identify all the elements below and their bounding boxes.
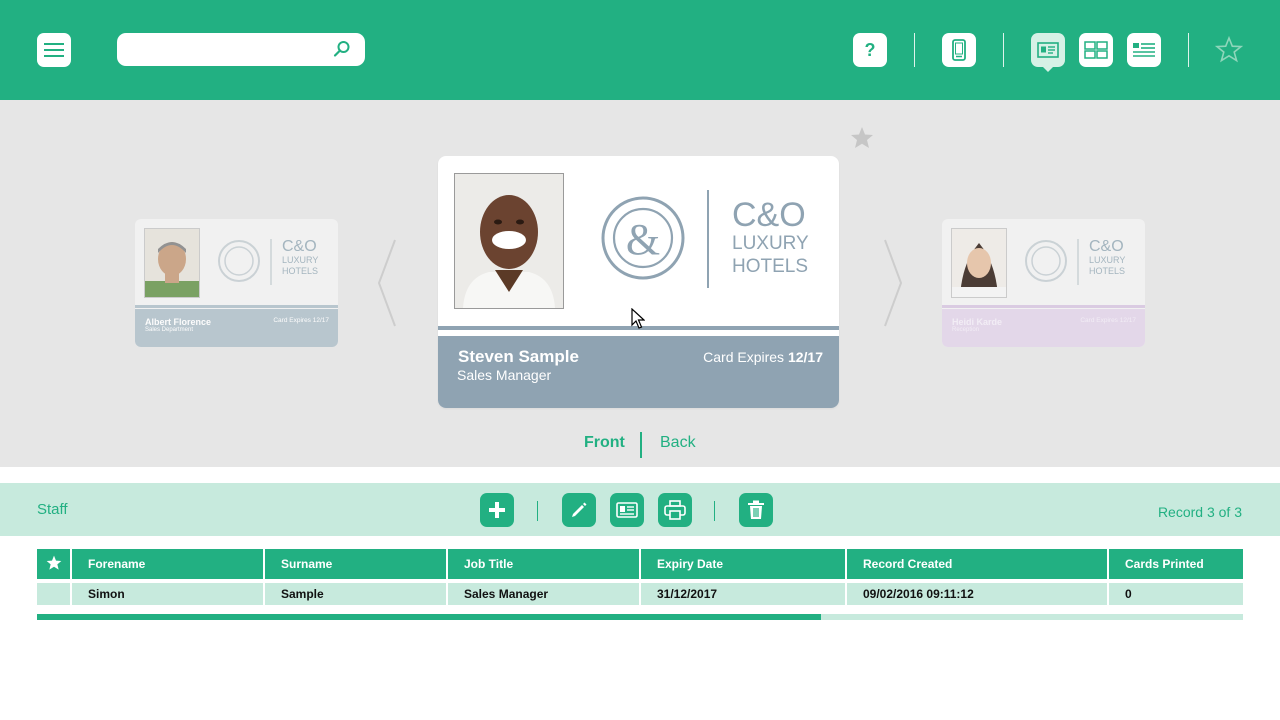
column-header-record-created[interactable]: Record Created bbox=[846, 549, 1109, 581]
next-card[interactable]: C&O LUXURY HOTELS Heidi Karde Reception … bbox=[942, 219, 1145, 347]
mobile-view-button[interactable] bbox=[942, 33, 976, 67]
cell-job-title: Sales Manager bbox=[447, 579, 641, 605]
next-card-expiry: Card Expires 12/17 bbox=[1080, 317, 1136, 324]
logo-line: LUXURY bbox=[282, 255, 319, 265]
record-counter: Record 3 of 3 bbox=[1157, 504, 1242, 520]
search-box[interactable] bbox=[117, 33, 365, 66]
grid-view-icon bbox=[1084, 41, 1108, 59]
logo-line: HOTELS bbox=[1089, 266, 1126, 276]
add-icon bbox=[489, 502, 505, 518]
menu-button[interactable] bbox=[37, 33, 71, 67]
next-card-name: Heidi Karde bbox=[952, 317, 1003, 327]
toolbar-separator bbox=[537, 501, 538, 521]
back-tab[interactable]: Back bbox=[660, 434, 696, 452]
card-view-icon bbox=[1037, 42, 1059, 58]
current-card-expiry: Card Expires 12/17 bbox=[703, 349, 823, 365]
column-header-surname[interactable]: Surname bbox=[264, 549, 448, 581]
table-row[interactable]: Simon Sample Sales Manager 31/12/2017 09… bbox=[37, 579, 1243, 605]
next-card-logo-text: C&O LUXURY HOTELS bbox=[1089, 238, 1126, 277]
next-card-bar bbox=[942, 305, 1145, 308]
toolbar-separator bbox=[914, 33, 915, 67]
help-button[interactable]: ? bbox=[853, 33, 887, 67]
design-card-button[interactable] bbox=[610, 493, 644, 527]
column-header-expiry-date[interactable]: Expiry Date bbox=[640, 549, 847, 581]
expiry-label: Card Expires bbox=[703, 349, 785, 365]
logo-line: HOTELS bbox=[732, 256, 809, 277]
search-icon[interactable] bbox=[333, 40, 351, 58]
staff-table: Forename Surname Job Title Expiry Date R… bbox=[37, 549, 1243, 605]
logo-line: C&O bbox=[732, 196, 806, 234]
top-bar: ? bbox=[0, 0, 1280, 100]
cell-expiry-date: 31/12/2017 bbox=[640, 579, 847, 605]
current-card-photo bbox=[454, 173, 564, 309]
id-card-icon bbox=[616, 502, 638, 518]
toolbar-separator bbox=[1188, 33, 1189, 67]
front-back-separator bbox=[640, 432, 642, 458]
next-card-photo bbox=[951, 228, 1007, 298]
table-header-row: Forename Surname Job Title Expiry Date R… bbox=[37, 549, 1243, 581]
star-outline-icon[interactable] bbox=[1215, 36, 1243, 63]
active-view-pointer bbox=[1042, 66, 1054, 72]
next-arrow-icon[interactable] bbox=[881, 238, 905, 328]
prev-card-photo bbox=[144, 228, 200, 298]
current-card[interactable]: & C&O LUXURY HOTELS Steven Sample Sales … bbox=[438, 156, 839, 408]
prev-card-expiry: Card Expires 12/17 bbox=[273, 317, 329, 324]
svg-text:&: & bbox=[626, 215, 660, 264]
logo-line: C&O bbox=[282, 238, 317, 255]
current-card-name: Steven Sample bbox=[458, 347, 579, 366]
scrollbar-thumb[interactable] bbox=[37, 614, 821, 620]
prev-card[interactable]: C&O LUXURY HOTELS Albert Florence Sales … bbox=[135, 219, 338, 347]
list-view-button[interactable] bbox=[1127, 33, 1161, 67]
edit-icon bbox=[572, 502, 587, 517]
logo-line: HOTELS bbox=[282, 266, 319, 276]
add-record-button[interactable] bbox=[480, 493, 514, 527]
section-gap bbox=[0, 467, 1280, 483]
star-icon bbox=[46, 555, 61, 570]
column-header-job-title[interactable]: Job Title bbox=[447, 549, 641, 581]
print-icon bbox=[664, 500, 686, 520]
prev-card-name: Albert Florence bbox=[145, 317, 212, 327]
cell-cards-printed: 0 bbox=[1108, 579, 1243, 605]
favorite-star-icon[interactable] bbox=[850, 126, 874, 150]
menu-icon bbox=[44, 43, 64, 57]
favorite-cell[interactable] bbox=[37, 579, 72, 605]
prev-arrow-icon[interactable] bbox=[375, 238, 399, 328]
logo-line: C&O bbox=[1089, 238, 1124, 255]
next-card-department: Reception bbox=[952, 327, 980, 333]
delete-record-button[interactable] bbox=[739, 493, 773, 527]
logo-line: LUXURY bbox=[1089, 255, 1126, 265]
column-header-forename[interactable]: Forename bbox=[71, 549, 265, 581]
mobile-icon bbox=[952, 39, 966, 61]
column-header-cards-printed[interactable]: Cards Printed bbox=[1108, 549, 1243, 581]
mouse-cursor-icon bbox=[631, 308, 645, 329]
expiry-value: 12/17 bbox=[787, 349, 823, 365]
prev-card-department: Sales Department bbox=[145, 327, 194, 333]
search-input[interactable] bbox=[129, 39, 333, 61]
toolbar-separator bbox=[714, 501, 715, 521]
prev-card-bar bbox=[135, 305, 338, 308]
section-label: Staff bbox=[37, 501, 68, 518]
prev-card-logo-text: C&O LUXURY HOTELS bbox=[282, 238, 319, 277]
toolbar-separator bbox=[1003, 33, 1004, 67]
print-card-button[interactable] bbox=[658, 493, 692, 527]
edit-record-button[interactable] bbox=[562, 493, 596, 527]
list-view-icon bbox=[1133, 43, 1155, 57]
current-card-logo: & bbox=[601, 190, 709, 288]
current-card-logo-text: C&O LUXURY HOTELS bbox=[732, 198, 809, 278]
help-icon: ? bbox=[864, 39, 876, 60]
front-tab[interactable]: Front bbox=[584, 434, 625, 452]
grid-view-button[interactable] bbox=[1079, 33, 1113, 67]
cell-surname: Sample bbox=[264, 579, 448, 605]
cell-forename: Simon bbox=[71, 579, 265, 605]
trash-icon bbox=[748, 500, 764, 519]
card-view-button[interactable] bbox=[1031, 33, 1065, 67]
favorite-column-header[interactable] bbox=[37, 549, 72, 581]
current-card-job-title: Sales Manager bbox=[457, 367, 552, 383]
cell-record-created: 09/02/2016 09:11:12 bbox=[846, 579, 1109, 605]
logo-line: LUXURY bbox=[732, 233, 809, 254]
